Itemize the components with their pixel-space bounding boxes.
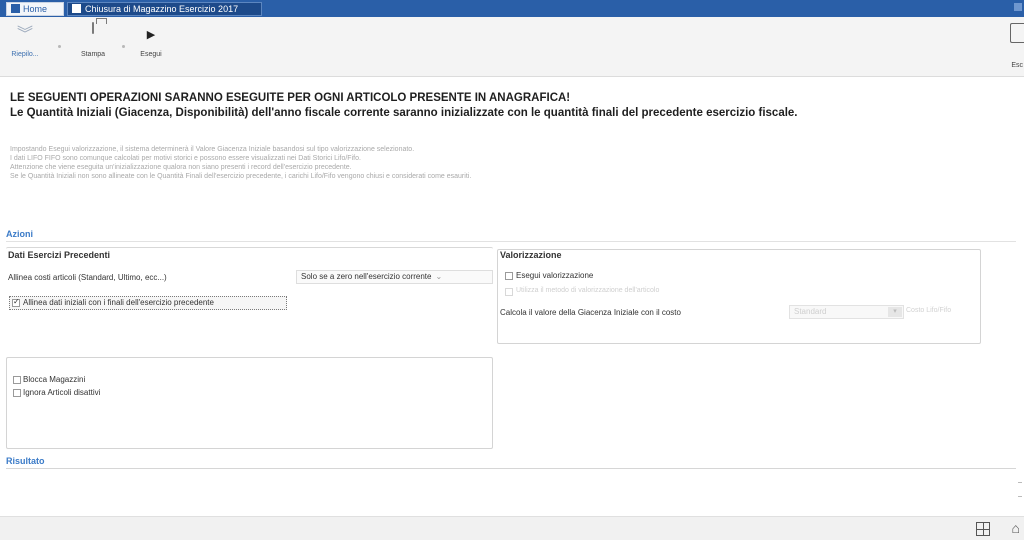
home-icon[interactable]: ⌂ bbox=[1012, 521, 1020, 535]
allinea-costi-select[interactable]: Solo se a zero nell'esercizio corrente ⌄ bbox=[296, 270, 493, 284]
allinea-costi-value: Solo se a zero nell'esercizio corrente bbox=[301, 272, 432, 281]
dati-esercizi-panel: Dati Esercizi Precedenti Allinea costi a… bbox=[6, 247, 493, 347]
info-text: Impostando Esegui valorizzazione, il sis… bbox=[10, 146, 415, 153]
opzioni-panel: Blocca Magazzini Ignora Articoli disatti… bbox=[6, 357, 493, 449]
window-control-icon[interactable] bbox=[1014, 3, 1022, 11]
separator-dot bbox=[58, 45, 61, 48]
costo-select: Standard ▾ bbox=[789, 305, 904, 319]
allinea-dati-label: Allinea dati iniziali con i finali dell'… bbox=[23, 298, 214, 307]
section-title-risultato: Risultato bbox=[6, 456, 45, 466]
chevron-down-icon: ⌄ bbox=[435, 272, 443, 281]
layout-grid-icon[interactable] bbox=[976, 522, 990, 536]
separator-dot bbox=[122, 45, 125, 48]
info-text: Attenzione che viene eseguita un'inizial… bbox=[10, 164, 352, 171]
esegui-label: Esegui bbox=[140, 51, 162, 58]
tab-home[interactable]: Home bbox=[6, 2, 64, 16]
section-divider bbox=[6, 241, 1016, 242]
blocca-magazzini-label: Blocca Magazzini bbox=[23, 375, 86, 384]
ignora-articoli-label: Ignora Articoli disattivi bbox=[23, 388, 101, 397]
costo-value: Standard bbox=[794, 307, 827, 316]
info-text: I dati LIFO FIFO sono comunque calcolati… bbox=[10, 155, 361, 162]
tab-chiusura-magazzino[interactable]: Chiusura di Magazzino Esercizio 2017 bbox=[67, 2, 262, 16]
printer-icon bbox=[72, 22, 114, 47]
document-icon bbox=[72, 4, 81, 13]
exit-label[interactable]: Esc bbox=[1011, 62, 1023, 69]
warning-heading: LE SEGUENTI OPERAZIONI SARANNO ESEGUITE … bbox=[10, 92, 571, 104]
esegui-button[interactable]: ▶ Esegui bbox=[136, 23, 166, 58]
title-bar: Home Chiusura di Magazzino Esercizio 201… bbox=[0, 0, 1024, 17]
allinea-dati-checkbox[interactable] bbox=[12, 297, 20, 307]
panel-title: Valorizzazione bbox=[500, 250, 562, 260]
info-text: Se le Quantità Iniziali non sono allinea… bbox=[10, 173, 472, 180]
blocca-magazzini-checkbox[interactable] bbox=[13, 376, 21, 384]
esegui-valorizzazione-checkbox[interactable] bbox=[505, 272, 513, 280]
valorizzazione-panel: Valorizzazione Esegui valorizzazione Uti… bbox=[497, 249, 981, 344]
esegui-valorizzazione-label: Esegui valorizzazione bbox=[516, 271, 594, 280]
metodo-articolo-checkbox bbox=[505, 288, 513, 296]
scroll-marker bbox=[1018, 482, 1022, 483]
ignora-articoli-checkbox[interactable] bbox=[13, 389, 21, 397]
tab-home-label: Home bbox=[23, 4, 48, 14]
chevron-down-icon: ▾ bbox=[888, 307, 902, 317]
allinea-dati-row[interactable]: Allinea dati iniziali con i finali dell'… bbox=[9, 296, 287, 310]
allinea-costi-label: Allinea costi articoli (Standard, Ultimo… bbox=[8, 273, 167, 282]
riepilogo-button[interactable]: ︾ Riepilo... bbox=[6, 23, 44, 58]
play-icon: ▶ bbox=[146, 29, 156, 41]
tab-document-label: Chiusura di Magazzino Esercizio 2017 bbox=[85, 4, 239, 14]
calcola-label: Calcola il valore della Giacenza Inizial… bbox=[500, 308, 681, 317]
stampa-button[interactable]: Stampa bbox=[72, 22, 114, 58]
home-icon bbox=[11, 4, 20, 13]
exit-icon[interactable] bbox=[1010, 23, 1024, 43]
metodo-articolo-label: Utilizza il metodo di valorizzazione del… bbox=[516, 287, 660, 294]
panel-title: Dati Esercizi Precedenti bbox=[8, 250, 111, 260]
chevron-down-icon: ︾ bbox=[16, 26, 33, 43]
section-title-azioni: Azioni bbox=[6, 229, 33, 239]
warning-subheading: Le Quantità Iniziali (Giacenza, Disponib… bbox=[10, 107, 798, 119]
stampa-label: Stampa bbox=[80, 51, 106, 58]
status-bar: ⌂ bbox=[0, 516, 1024, 540]
riepilogo-label: Riepilo... bbox=[11, 51, 39, 58]
scroll-marker bbox=[1018, 496, 1022, 497]
costo-lifo-fifo-label: Costo Lifo/Fifo bbox=[906, 307, 952, 314]
section-divider bbox=[6, 468, 1016, 469]
ribbon-toolbar: ︾ Riepilo... Stampa ▶ Esegui Esc bbox=[0, 17, 1024, 77]
